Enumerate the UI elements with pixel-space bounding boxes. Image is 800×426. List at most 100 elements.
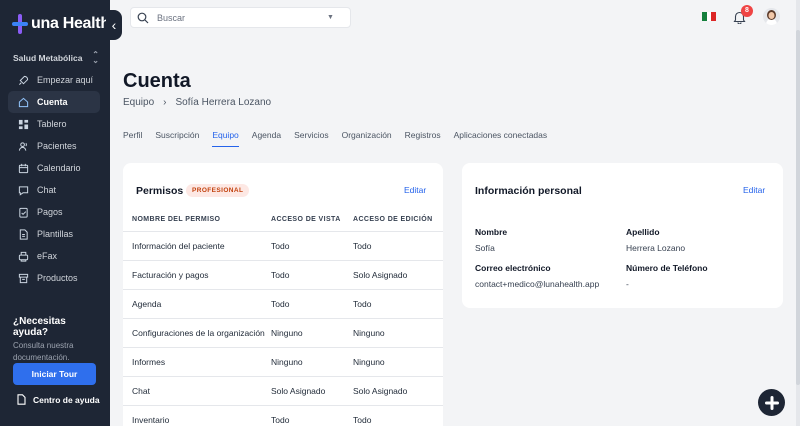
first-name-label: Nombre (475, 227, 508, 237)
table-row: Configuraciones de la organización Ningu… (123, 318, 443, 348)
fax-icon (18, 251, 29, 262)
tab-registros[interactable]: Registros (405, 130, 441, 147)
permission-name: Informes (123, 347, 271, 377)
view-access: Ninguno (271, 318, 353, 348)
mexico-flag-icon[interactable] (702, 12, 717, 21)
sidebar-item-label: Productos (37, 273, 78, 283)
view-access: Todo (271, 231, 353, 261)
account-tabs: Perfil Suscripción Equipo Agenda Servici… (123, 130, 547, 147)
permissions-title: Permisos (136, 185, 184, 197)
phone-value: - (626, 279, 629, 289)
table-row: Chat Solo Asignado Solo Asignado (123, 376, 443, 406)
breadcrumb-equipo[interactable]: Equipo (123, 97, 154, 108)
calendar-icon (18, 163, 29, 173)
column-header: NOMBRE DEL PERMISO (123, 209, 271, 232)
breadcrumb-current: Sofía Herrera Lozano (175, 97, 272, 108)
sidebar-item-label: Cuenta (37, 97, 68, 107)
luna-logo-icon (12, 14, 28, 34)
table-row: Agenda Todo Todo (123, 289, 443, 319)
edit-access: Ninguno (353, 347, 443, 377)
search-input[interactable] (157, 12, 327, 23)
view-access: Solo Asignado (271, 376, 353, 406)
sidebar-item-empezar-aqui[interactable]: Empezar aquí (8, 69, 100, 91)
tab-aplicaciones-conectadas[interactable]: Aplicaciones conectadas (454, 130, 548, 147)
view-access: Todo (271, 260, 353, 290)
edit-access: Solo Asignado (353, 376, 443, 406)
org-switcher[interactable]: Salud Metabólica ⌃ ⌄ (13, 50, 99, 65)
tab-agenda[interactable]: Agenda (252, 130, 281, 147)
edit-permissions-button[interactable]: Editar (404, 185, 426, 195)
grid-icon (18, 119, 29, 129)
chevron-right-icon: › (163, 97, 167, 108)
app-logo[interactable]: una Health (12, 14, 110, 34)
phone-label: Número de Teléfono (626, 263, 708, 273)
chat-icon (18, 185, 29, 196)
edit-access: Todo (353, 289, 443, 319)
first-name-value: Sofía (475, 243, 495, 253)
help-center-label: Centro de ayuda (33, 394, 100, 405)
sidebar-item-pagos[interactable]: Pagos (8, 201, 100, 223)
sidebar-item-label: Calendario (37, 163, 81, 173)
sidebar-item-label: eFax (37, 251, 58, 261)
permissions-card: Permisos PROFESIONAL Editar NOMBRE DEL P… (123, 163, 443, 426)
chevron-updown-icon: ⌃ ⌄ (92, 50, 99, 65)
sidebar-item-cuenta[interactable]: Cuenta (8, 91, 100, 113)
sidebar-item-label: Empezar aquí (37, 75, 94, 85)
edit-access: Todo (353, 231, 443, 261)
document-icon (17, 394, 26, 405)
personal-info-card: Información personal Editar Nombre Sofía… (462, 163, 783, 308)
sidebar-item-efax[interactable]: eFax (8, 245, 100, 267)
sidebar-item-productos[interactable]: Productos (8, 267, 100, 289)
permissions-table: NOMBRE DEL PERMISO ACCESO DE VISTA ACCES… (123, 209, 443, 426)
user-avatar[interactable] (763, 8, 780, 25)
tab-servicios[interactable]: Servicios (294, 130, 328, 147)
email-label: Correo electrónico (475, 263, 551, 273)
search-bar[interactable]: ▼ (130, 7, 351, 28)
last-name-label: Apellido (626, 227, 660, 237)
org-label: Salud Metabólica (13, 53, 83, 63)
column-header: ACCESO DE VISTA (271, 209, 353, 232)
start-tour-button[interactable]: Iniciar Tour (13, 363, 96, 385)
view-access: Todo (271, 405, 353, 426)
file-icon (19, 228, 28, 240)
plus-logo-icon (764, 395, 779, 410)
sidebar-item-label: Chat (37, 185, 57, 195)
chevron-down-icon[interactable]: ▼ (327, 14, 334, 21)
column-header: ACCESO DE EDICIÓN (353, 209, 443, 232)
rocket-icon (19, 75, 29, 85)
sidebar-item-calendario[interactable]: Calendario (8, 157, 100, 179)
page-scrollbar-thumb[interactable] (796, 30, 800, 385)
table-header-row: NOMBRE DEL PERMISO ACCESO DE VISTA ACCES… (123, 209, 443, 232)
tab-suscripcion[interactable]: Suscripción (155, 130, 199, 147)
help-center-link[interactable]: Centro de ayuda (17, 394, 100, 405)
home-icon (18, 97, 29, 107)
tab-equipo[interactable]: Equipo (212, 130, 239, 147)
edit-access: Todo (353, 405, 443, 426)
tab-organizacion[interactable]: Organización (342, 130, 392, 147)
permission-name: Inventario (123, 405, 271, 426)
app-name: una Health (31, 15, 110, 32)
sidebar-item-chat[interactable]: Chat (8, 179, 100, 201)
edit-access: Solo Asignado (353, 260, 443, 290)
tab-perfil[interactable]: Perfil (123, 130, 142, 147)
sidebar-item-plantillas[interactable]: Plantillas (8, 223, 100, 245)
sidebar-item-pacientes[interactable]: Pacientes (8, 135, 100, 157)
table-row: Informes Ninguno Ninguno (123, 347, 443, 377)
page-title: Cuenta (123, 70, 191, 92)
permission-name: Información del paciente (123, 231, 271, 261)
edit-personal-info-button[interactable]: Editar (743, 185, 765, 195)
table-row: Facturación y pagos Todo Solo Asignado (123, 260, 443, 290)
view-access: Todo (271, 289, 353, 319)
edit-access: Ninguno (353, 318, 443, 348)
quick-action-button[interactable] (758, 389, 785, 416)
sidebar-item-label: Pacientes (37, 141, 77, 151)
sidebar-item-label: Tablero (37, 119, 67, 129)
users-icon (18, 141, 27, 151)
breadcrumb: Equipo › Sofía Herrera Lozano (123, 97, 271, 108)
collapse-sidebar-button[interactable]: ‹ (106, 10, 122, 40)
table-row: Inventario Todo Todo (123, 405, 443, 426)
email-value: contact+medico@lunahealth.app (475, 279, 600, 289)
permission-name: Agenda (123, 289, 271, 319)
sidebar-item-tablero[interactable]: Tablero (8, 113, 100, 135)
permission-name: Configuraciones de la organización (123, 318, 271, 348)
